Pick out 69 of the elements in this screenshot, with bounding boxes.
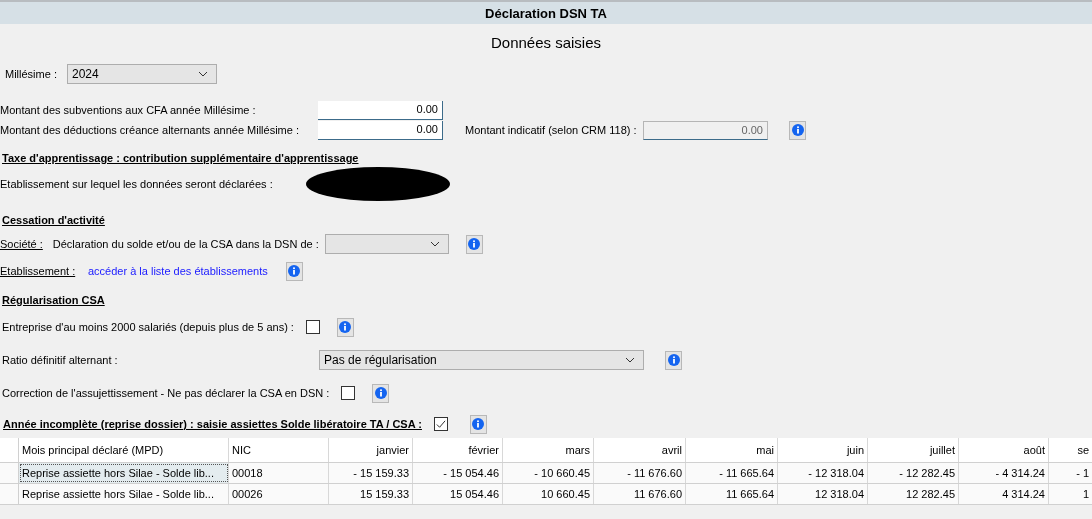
window-title: Déclaration DSN TA [485, 5, 607, 21]
table-cell: - 15 054.46 [413, 463, 503, 483]
checkbox[interactable] [341, 386, 356, 400]
option-label: Entreprise d'au moins 2000 salariés (depuis plus de 5 ans) : [2, 321, 294, 333]
field-label: Montant des subventions aux CFA année Millésime : [0, 104, 257, 116]
field-label: Société : [0, 238, 43, 250]
table-cell: 00026 [229, 484, 329, 504]
checkbox[interactable] [433, 417, 448, 431]
table-cell: 4 314.24 [959, 484, 1049, 504]
table-cell: 12 318.04 [778, 484, 868, 504]
info-icon[interactable] [285, 261, 303, 281]
caret-icon [625, 357, 635, 363]
column-header[interactable]: février [413, 438, 503, 462]
table-cell: - 12 282.45 [868, 463, 959, 483]
table-cell: - 11 676.60 [594, 463, 686, 483]
table-cell: 12 282.45 [868, 484, 959, 504]
table-cell: 11 676.60 [594, 484, 686, 504]
column-header[interactable]: avril [594, 438, 686, 462]
column-header[interactable]: NIC [229, 438, 329, 462]
table-cell: - 11 665.64 [686, 463, 778, 483]
table-cell: - 1 [1049, 463, 1092, 483]
table-cell: 10 660.45 [503, 484, 594, 504]
column-header[interactable]: janvier [329, 438, 413, 462]
checkbox[interactable] [305, 320, 320, 334]
table-cell: 15 054.46 [413, 484, 503, 504]
field-label: Millésime : [5, 68, 57, 80]
info-icon[interactable] [465, 234, 483, 254]
info-icon[interactable] [469, 414, 487, 434]
field-label: Montant des déductions créance alternants année Millésime : [0, 124, 300, 136]
column-header[interactable]: Mois principal déclaré (MPD) [19, 438, 229, 462]
column-header[interactable]: août [959, 438, 1049, 462]
info-icon[interactable] [665, 350, 682, 370]
info-icon[interactable] [336, 317, 354, 337]
section-heading: Régularisation CSA [2, 294, 106, 306]
column-header[interactable]: mars [503, 438, 594, 462]
caret-icon [197, 71, 208, 77]
page-heading: Données saisies [489, 34, 603, 53]
section-heading: Cessation d'activité [2, 214, 106, 226]
amount-field[interactable]: 0.00 [318, 120, 443, 140]
column-header[interactable]: juillet [868, 438, 959, 462]
table-cell: - 10 660.45 [503, 463, 594, 483]
table-cell: - 4 314.24 [959, 463, 1049, 483]
field-label: Déclaration du solde et/ou de la CSA dans la DSN de : [52, 238, 319, 250]
table-cell: - 12 318.04 [778, 463, 868, 483]
table-cell: 1 [1049, 484, 1092, 504]
table-cell: 11 665.64 [686, 484, 778, 504]
field-label: Etablissement sur lequel les données seront déclarées : [0, 178, 274, 190]
field-label: Etablissement : [0, 265, 77, 277]
option-label: Correction de l'assujettissement - Ne pas déclarer la CSA en DSN : [2, 387, 330, 399]
table-cell: 00018 [229, 463, 329, 483]
column-header[interactable]: juin [778, 438, 868, 462]
column-header[interactable]: mai [686, 438, 778, 462]
column-header[interactable]: se [1049, 438, 1092, 462]
table-cell: 15 159.33 [329, 484, 413, 504]
section-heading: Taxe d'apprentissage : contribution supplémentaire d'apprentissage [2, 152, 360, 164]
amount-field[interactable]: 0.00 [318, 100, 443, 120]
ratio-dropdown[interactable]: Pas de régularisation [319, 350, 644, 370]
info-icon[interactable] [372, 383, 390, 403]
table-cell: Reprise assiette hors Silae - Solde lib... [19, 484, 229, 504]
caret-icon [429, 241, 440, 247]
option-label: Ratio définitif alternant : [2, 354, 119, 366]
field-label: Montant indicatif (selon CRM 118) : [465, 124, 638, 136]
table-cell: - 15 159.33 [329, 463, 413, 483]
establishments-link[interactable]: accéder à la liste des établissements [88, 265, 268, 277]
table-cell: Reprise assiette hors Silae - Solde lib... [19, 463, 229, 483]
info-icon[interactable] [789, 120, 806, 140]
indicative-amount-field: 0.00 [643, 120, 768, 140]
year-dropdown[interactable]: 2024 [66, 64, 217, 84]
section-heading: Année incomplète (reprise dossier) : saisie assiettes Solde libératoire TA / CSA : [3, 418, 422, 430]
